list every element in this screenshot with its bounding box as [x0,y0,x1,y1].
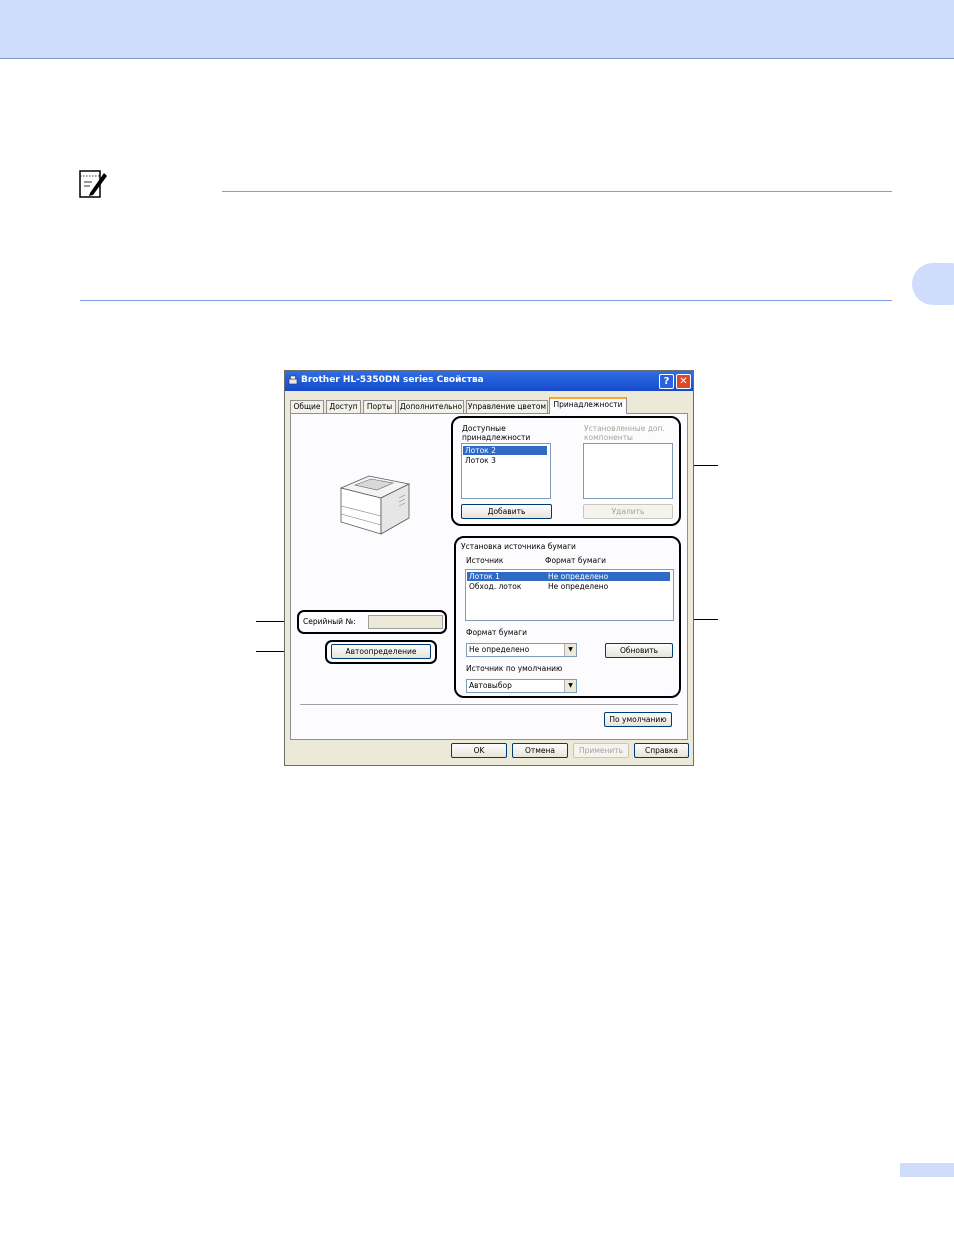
note-top-rule [222,191,892,192]
printer-properties-dialog: Brother HL-5350DN series Свойства ? ✕ Об… [284,370,694,766]
serial-callout-box [297,610,447,634]
close-title-button[interactable]: ✕ [676,374,691,389]
ok-button[interactable]: OK [451,743,507,758]
printer-illustration [339,475,411,535]
dialog-titlebar: Brother HL-5350DN series Свойства ? ✕ [285,371,693,391]
printer-icon [288,375,298,385]
accessories-panel: Доступные принадлежности Лоток 2 Лоток 3… [290,413,688,740]
note-bottom-rule [80,300,892,301]
tab-general[interactable]: Общие [290,400,324,413]
header-band [0,0,954,59]
cancel-button[interactable]: Отмена [512,743,568,758]
apply-button[interactable]: Применить [573,743,629,758]
help-title-button[interactable]: ? [659,374,674,389]
tab-accessories[interactable]: Принадлежности [549,397,627,414]
tab-color-management[interactable]: Управление цветом [466,400,548,413]
tab-ports[interactable]: Порты [363,400,396,413]
page-number-tab [900,1163,954,1177]
panel-divider [300,704,678,706]
chapter-tab [912,263,954,305]
options-callout-box [451,416,681,526]
note-pencil-icon [79,170,107,198]
tab-advanced[interactable]: Дополнительно [398,400,464,413]
help-button[interactable]: Справка [634,743,689,758]
tab-sharing[interactable]: Доступ [326,400,361,413]
paper-source-callout-box [454,536,681,698]
autodetect-callout-box [325,640,437,664]
restore-defaults-button[interactable]: По умолчанию [604,712,672,727]
dialog-title: Brother HL-5350DN series Свойства [301,375,484,385]
